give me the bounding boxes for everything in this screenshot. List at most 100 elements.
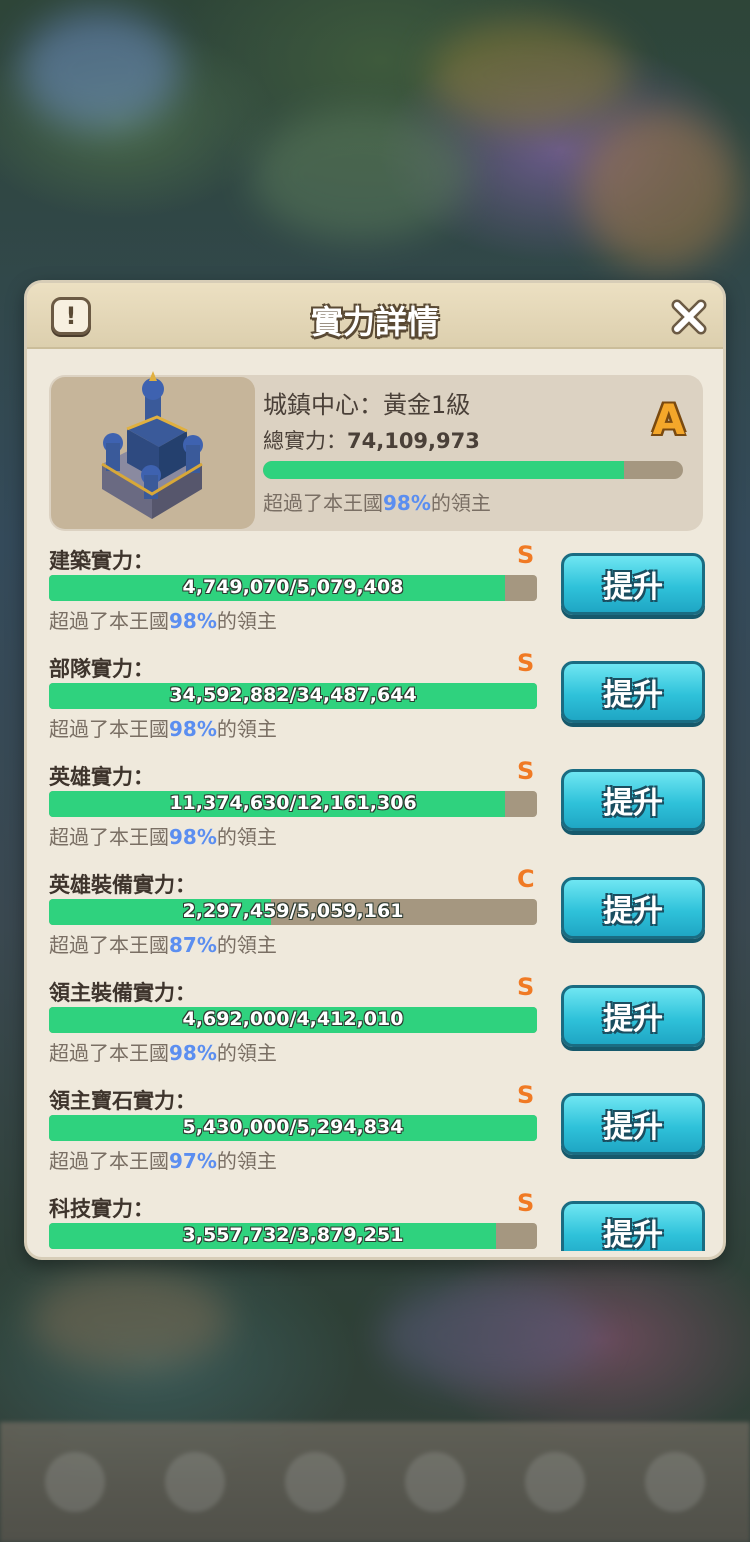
improve-button[interactable]: 提升 [561,877,705,939]
total-power-value: 74,109,973 [347,429,480,453]
bottom-nav-bar [0,1422,750,1542]
bg-blob [20,10,180,130]
power-row-troops: 部隊實力： S 34,592,882/34,487,644 超過了本王國98%的領主提… [27,649,723,757]
row-label: 部隊實力： [49,657,154,681]
improve-button[interactable]: 提升 [561,553,705,615]
note-prefix: 超過了本王國 [49,1149,169,1173]
row-power-value: 5,430,000/5,294,834 [182,1116,404,1138]
note-suffix: 的領主 [216,825,277,849]
improve-button[interactable]: 提升 [561,661,705,723]
note-percent: 97% [169,1149,217,1173]
improve-button[interactable]: 提升 [561,1201,705,1251]
note-prefix: 超過了本王國 [49,1041,169,1065]
power-row-lord-gems: 領主寶石實力： S 5,430,000/5,294,834 超過了本王國97%的領主 提… [27,1081,723,1189]
note-percent: 87% [169,933,217,957]
note-prefix: 超過了本王國 [49,825,169,849]
row-label: 英雄實力： [49,765,154,789]
row-progress-bar: 34,592,882/34,487,644 [49,683,537,709]
nav-slot [405,1452,465,1512]
improve-button-label: 提升 [603,570,663,605]
castle-icon [101,371,203,519]
improve-button-label: 提升 [603,1002,663,1037]
row-label: 領主裝備實力： [49,981,196,1005]
row-grade-badge: S [517,1189,535,1217]
row-label: 領主寶石實力： [49,1089,196,1113]
power-row-hero-equipment: 英雄裝備實力： C 2,297,459/5,059,161 超過了本王國87%的領主 提… [27,865,723,973]
improve-button-label: 提升 [603,1110,663,1145]
note-prefix: 超過了本王國 [49,717,169,741]
bg-blob [380,1280,600,1390]
bg-blob [580,110,740,270]
row-progress-bar: 4,692,000/4,412,010 [49,1007,537,1033]
row-label: 建築實力： [49,549,154,573]
row-progress-bar: 3,557,732/3,879,251 [49,1223,537,1249]
improve-button[interactable]: 提升 [561,1093,705,1155]
row-grade-badge: S [517,757,535,785]
note-suffix: 的領主 [216,609,277,633]
kingdom-rank-note: 超過了本王國98%的領主 [49,821,277,850]
total-power-label: 總實力： [263,429,347,453]
kingdom-rank-note: 超過了本王國98%的領主 [263,487,491,516]
row-power-value: 11,374,630/12,161,306 [169,792,417,814]
kingdom-rank-note: 超過了本王國98%的領主 [49,1037,277,1066]
close-button[interactable] [669,297,709,337]
row-grade-badge: S [517,973,535,1001]
row-progress-bar: 11,374,630/12,161,306 [49,791,537,817]
note-suffix: 的領主 [216,717,277,741]
nav-slot [525,1452,585,1512]
kingdom-rank-note: 超過了本王國97%的領主 [49,1145,277,1174]
power-row-building: 建築實力： S 4,749,070/5,079,408 超過了本王國98%的領主 提升 [27,541,723,649]
note-prefix: 超過了本王國 [49,933,169,957]
kingdom-rank-note: 超過了本王國98%的領主 [49,605,277,634]
nav-slot [645,1452,705,1512]
row-grade-badge: S [517,1081,535,1109]
row-grade-badge: C [517,865,535,893]
kingdom-rank-note: 超過了本王國98%的領主 [49,713,277,742]
nav-slot [45,1452,105,1512]
nav-slot [165,1452,225,1512]
nav-slot [285,1452,345,1512]
note-percent: 98% [169,1041,217,1065]
total-power: 總實力：74,109,973 [263,425,480,455]
improve-button-label: 提升 [603,1218,663,1251]
note-prefix: 超過了本王國 [49,609,169,633]
total-power-progress-bar [263,461,683,479]
note-percent: 98% [169,825,217,849]
row-progress-bar: 4,749,070/5,079,408 [49,575,537,601]
town-center-summary: 城鎮中心：黃金1級 總實力：74,109,973 超過了本王國98%的領主 A [49,371,703,531]
note-percent: 98% [383,491,431,515]
power-row-technology: 科技實力： S 3,557,732/3,879,251 提升 [27,1189,723,1251]
power-details-dialog: ! 實力詳情 城鎮中心：黃金1級 總實力：74,109,973 超過了本王國98… [24,280,726,1260]
note-suffix: 的領主 [216,1041,277,1065]
town-center-thumbnail [51,371,255,529]
note-percent: 98% [169,609,217,633]
note-prefix: 超過了本王國 [263,491,383,515]
row-power-value: 4,749,070/5,079,408 [182,576,404,598]
bg-blob [430,20,630,130]
row-progress-bar: 2,297,459/5,059,161 [49,899,537,925]
improve-button[interactable]: 提升 [561,769,705,831]
row-power-value: 4,692,000/4,412,010 [182,1008,404,1030]
note-percent: 98% [169,717,217,741]
row-label: 科技實力： [49,1197,154,1221]
power-row-hero: 英雄實力： S 11,374,630/12,161,306 超過了本王國98%的領主提… [27,757,723,865]
overall-grade-badge: A [652,395,685,444]
row-power-value: 34,592,882/34,487,644 [169,684,417,706]
power-category-list[interactable]: 建築實力： S 4,749,070/5,079,408 超過了本王國98%的領主 提升部… [27,541,723,1251]
note-suffix: 的領主 [216,1149,277,1173]
dialog-header: ! 實力詳情 [27,283,723,349]
power-row-lord-equipment: 領主裝備實力： S 4,692,000/4,412,010 超過了本王國98%的領主 提… [27,973,723,1081]
row-label: 英雄裝備實力： [49,873,196,897]
row-grade-badge: S [517,649,535,677]
dialog-title: 實力詳情 [310,303,439,341]
row-power-value: 3,557,732/3,879,251 [182,1224,404,1246]
bg-blob [30,1270,230,1370]
improve-button-label: 提升 [603,786,663,821]
improve-button[interactable]: 提升 [561,985,705,1047]
town-center-name: 城鎮中心：黃金1級 [263,391,471,419]
row-power-value: 2,297,459/5,059,161 [182,900,404,922]
row-grade-badge: S [517,541,535,569]
close-icon [671,299,707,335]
kingdom-rank-note: 超過了本王國87%的領主 [49,929,277,958]
note-suffix: 的領主 [216,933,277,957]
